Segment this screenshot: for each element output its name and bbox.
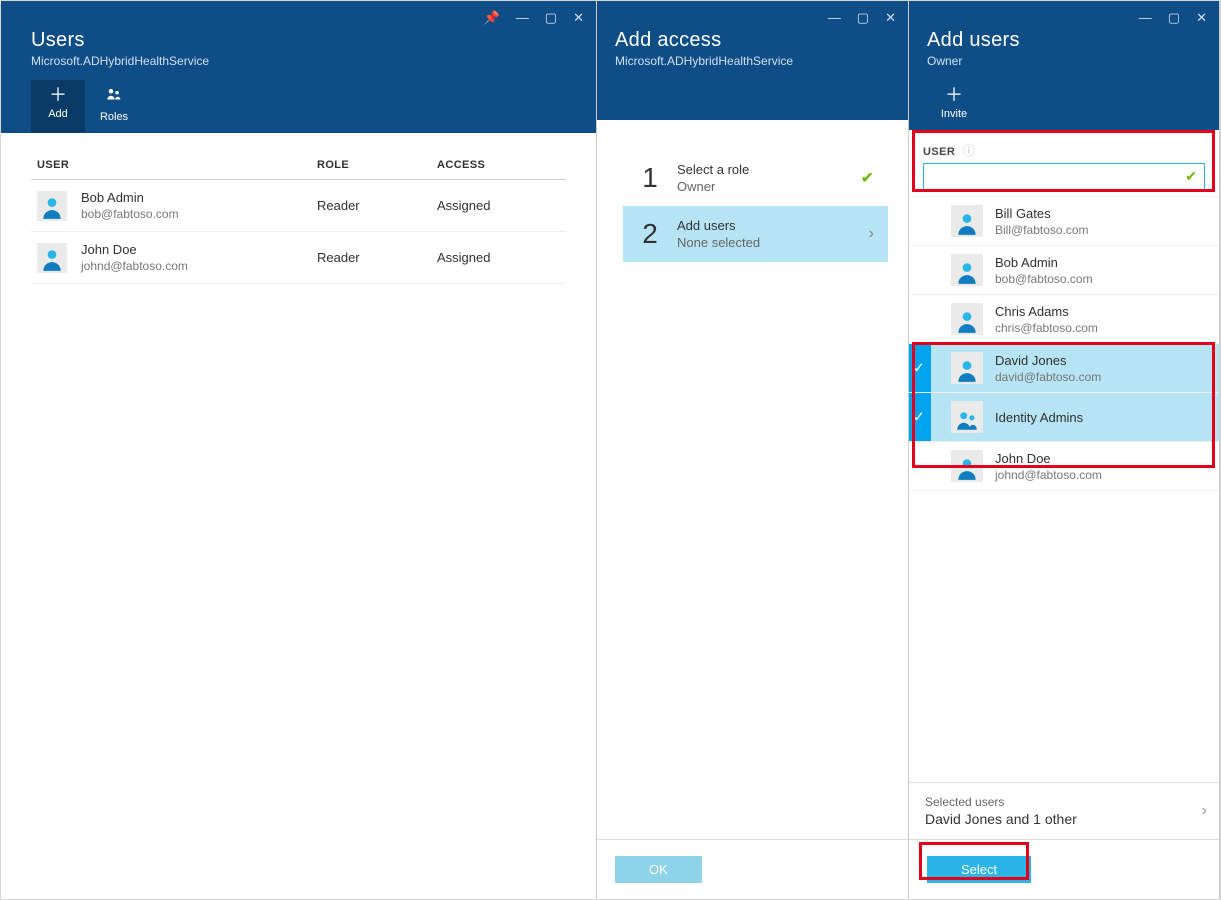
add-label: Add bbox=[35, 108, 81, 120]
minimize-icon[interactable]: — bbox=[1139, 11, 1152, 25]
step-value: Owner bbox=[677, 179, 847, 194]
avatar bbox=[951, 205, 983, 237]
step-title: Add users bbox=[677, 218, 855, 233]
roles-label: Roles bbox=[91, 111, 137, 123]
page-title: Users bbox=[31, 29, 578, 52]
chevron-right-icon: › bbox=[869, 225, 874, 243]
minimize-icon[interactable]: — bbox=[828, 11, 841, 25]
selected-summary[interactable]: Selected users David Jones and 1 other › bbox=[909, 782, 1219, 839]
user-name: Chris Adams bbox=[995, 304, 1209, 319]
list-item[interactable]: John Doe johnd@fabtoso.com bbox=[909, 442, 1219, 491]
maximize-icon[interactable]: ▢ bbox=[1168, 11, 1180, 25]
list-item[interactable]: David Jones david@fabtoso.com bbox=[909, 344, 1219, 393]
invite-label: Invite bbox=[931, 108, 977, 120]
page-subtitle: Microsoft.ADHybridHealthService bbox=[31, 54, 578, 68]
avatar bbox=[37, 243, 67, 273]
minimize-icon[interactable]: — bbox=[516, 11, 529, 25]
user-name: John Doe bbox=[81, 242, 188, 257]
step-number: 1 bbox=[637, 162, 663, 194]
maximize-icon[interactable]: ▢ bbox=[857, 11, 869, 25]
check-icon: ✔ bbox=[861, 168, 874, 188]
close-icon[interactable]: ✕ bbox=[573, 11, 584, 25]
user-name: Bob Admin bbox=[995, 255, 1209, 270]
add-button[interactable]: ＋ Add bbox=[31, 80, 85, 133]
col-access: ACCESS bbox=[437, 159, 557, 171]
search-label: USER bbox=[923, 146, 955, 158]
step-add-users[interactable]: 2 Add users None selected › bbox=[623, 206, 888, 262]
page-subtitle: Microsoft.ADHybridHealthService bbox=[615, 54, 890, 68]
user-access: Assigned bbox=[437, 198, 557, 213]
table-header: USER ROLE ACCESS bbox=[31, 151, 566, 180]
user-name: David Jones bbox=[995, 353, 1209, 368]
user-email: chris@fabtoso.com bbox=[995, 321, 1209, 335]
close-icon[interactable]: ✕ bbox=[885, 11, 896, 25]
list-item[interactable]: Chris Adams chris@fabtoso.com bbox=[909, 295, 1219, 344]
plus-icon: ＋ bbox=[931, 86, 977, 104]
col-user: USER bbox=[37, 159, 317, 171]
user-role: Reader bbox=[317, 198, 437, 213]
select-button[interactable]: Select bbox=[927, 856, 1031, 883]
list-item[interactable]: Bob Admin bob@fabtoso.com bbox=[909, 246, 1219, 295]
user-email: Bill@fabtoso.com bbox=[995, 223, 1209, 237]
step-select-role[interactable]: 1 Select a role Owner ✔ bbox=[623, 150, 888, 206]
user-email: johnd@fabtoso.com bbox=[81, 259, 188, 273]
invite-button[interactable]: ＋ Invite bbox=[927, 80, 981, 130]
avatar bbox=[37, 191, 67, 221]
maximize-icon[interactable]: ▢ bbox=[545, 11, 557, 25]
table-row[interactable]: Bob Admin bob@fabtoso.com Reader Assigne… bbox=[31, 180, 566, 232]
avatar bbox=[951, 450, 983, 482]
step-number: 2 bbox=[637, 218, 663, 250]
user-access: Assigned bbox=[437, 250, 557, 265]
user-email: johnd@fabtoso.com bbox=[995, 468, 1209, 482]
user-name: Bill Gates bbox=[995, 206, 1209, 221]
ok-button[interactable]: OK bbox=[615, 856, 702, 883]
chevron-right-icon: › bbox=[1202, 802, 1207, 820]
avatar bbox=[951, 401, 983, 433]
user-name: Identity Admins bbox=[995, 410, 1209, 425]
user-name: John Doe bbox=[995, 451, 1209, 466]
pin-icon[interactable]: 📌 bbox=[484, 11, 500, 25]
search-input[interactable] bbox=[923, 163, 1205, 190]
step-value: None selected bbox=[677, 235, 855, 250]
plus-icon: ＋ bbox=[35, 86, 81, 104]
close-icon[interactable]: ✕ bbox=[1196, 11, 1207, 25]
list-item[interactable]: Identity Admins bbox=[909, 393, 1219, 442]
user-email: bob@fabtoso.com bbox=[81, 207, 179, 221]
avatar bbox=[951, 254, 983, 286]
selected-label: Selected users bbox=[925, 795, 1203, 809]
user-email: bob@fabtoso.com bbox=[995, 272, 1209, 286]
roles-button[interactable]: Roles bbox=[87, 80, 141, 133]
list-item[interactable]: Bill Gates Bill@fabtoso.com bbox=[909, 197, 1219, 246]
user-email: david@fabtoso.com bbox=[995, 370, 1209, 384]
user-name: Bob Admin bbox=[81, 190, 179, 205]
table-row[interactable]: John Doe johnd@fabtoso.com Reader Assign… bbox=[31, 232, 566, 284]
roles-icon bbox=[91, 86, 137, 107]
step-title: Select a role bbox=[677, 162, 847, 177]
avatar bbox=[951, 352, 983, 384]
page-title: Add access bbox=[615, 29, 890, 52]
info-icon[interactable]: ⓘ bbox=[963, 144, 975, 158]
selected-value: David Jones and 1 other bbox=[925, 811, 1203, 827]
col-role: ROLE bbox=[317, 159, 437, 171]
user-role: Reader bbox=[317, 250, 437, 265]
avatar bbox=[951, 303, 983, 335]
check-icon: ✔ bbox=[1185, 168, 1197, 185]
page-title: Add users bbox=[927, 29, 1201, 52]
page-subtitle: Owner bbox=[927, 54, 1201, 68]
